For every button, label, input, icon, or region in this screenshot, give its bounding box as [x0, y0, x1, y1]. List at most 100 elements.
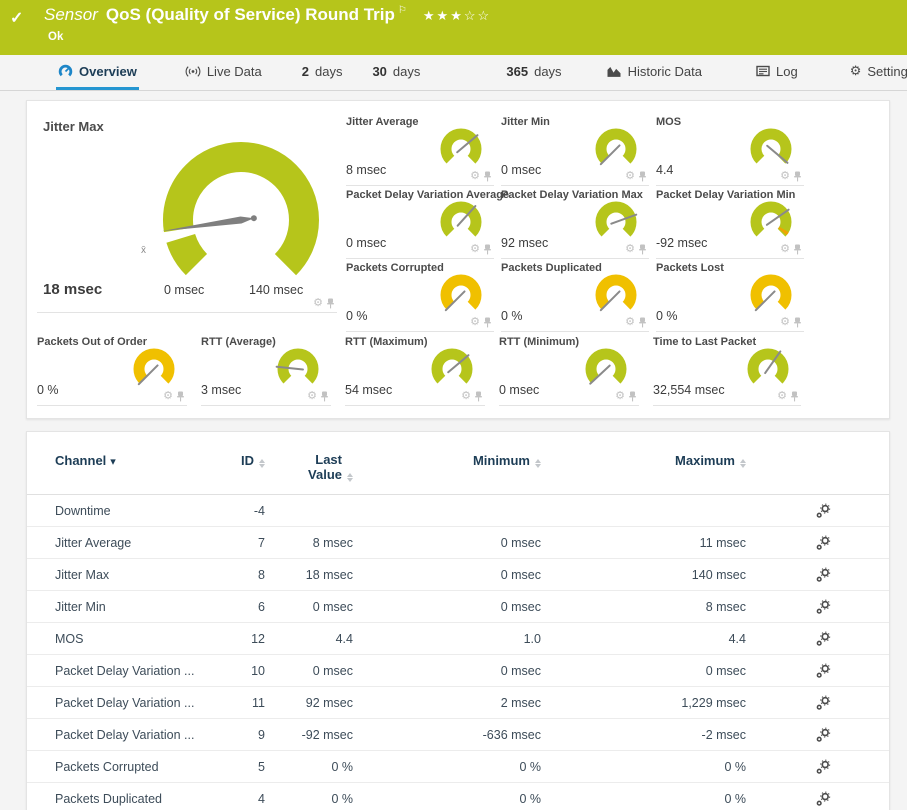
- tab-settings[interactable]: ⚙Settings: [848, 55, 907, 90]
- tab-live-data[interactable]: Live Data: [183, 55, 264, 90]
- star-filled-icon[interactable]: ★: [450, 8, 464, 23]
- pin-icon[interactable]: [474, 391, 483, 402]
- channel-settings-icon[interactable]: [815, 759, 831, 775]
- gear-icon[interactable]: ⚙: [470, 317, 480, 328]
- column-header-id[interactable]: ID: [215, 452, 265, 470]
- pin-icon[interactable]: [638, 317, 647, 328]
- gear-icon[interactable]: ⚙: [307, 391, 317, 402]
- pin-icon[interactable]: [790, 391, 799, 402]
- tab-log[interactable]: Log: [754, 55, 800, 90]
- gauge-cell-actions: ⚙: [470, 317, 492, 328]
- tab-historic-data[interactable]: Historic Data: [604, 55, 704, 90]
- table-row-packets-corrupted-5[interactable]: Packets Corrupted50 %0 %0 %: [27, 751, 889, 783]
- gear-icon[interactable]: ⚙: [780, 317, 790, 328]
- flag-icon[interactable]: ⚐: [398, 5, 407, 16]
- channel-settings-icon[interactable]: [815, 663, 831, 679]
- gear-icon[interactable]: ⚙: [777, 391, 787, 402]
- gear-icon[interactable]: ⚙: [163, 391, 173, 402]
- star-empty-icon[interactable]: ☆: [478, 8, 492, 23]
- channel-id: 6: [215, 600, 265, 614]
- gauge-cell-actions: ⚙: [780, 317, 802, 328]
- priority-stars[interactable]: ★★★☆☆: [423, 8, 491, 24]
- column-header-last-value[interactable]: Last Value: [265, 452, 353, 484]
- gauge-cell-jitter-average: Jitter Average8 msec⚙: [346, 113, 494, 186]
- channel-settings-icon[interactable]: [815, 631, 831, 647]
- star-empty-icon[interactable]: ☆: [464, 8, 478, 23]
- gauge-dial: [589, 270, 643, 318]
- gauges-panel: Jitter Max x̄ 0 msec 140 msec 18 msec ⚙ …: [26, 100, 890, 419]
- channel-settings-icon[interactable]: [815, 567, 831, 583]
- table-row-packet-delay-variation-10[interactable]: Packet Delay Variation ...100 msec0 msec…: [27, 655, 889, 687]
- table-row-jitter-max-8[interactable]: Jitter Max818 msec0 msec140 msec: [27, 559, 889, 591]
- channel-maximum: 140 msec: [541, 568, 746, 582]
- pin-icon[interactable]: [176, 391, 185, 402]
- gear-icon[interactable]: ⚙: [780, 171, 790, 182]
- tab-overview[interactable]: Overview: [56, 55, 139, 90]
- gauge-cell-actions: ⚙: [163, 391, 185, 402]
- channel-settings-icon[interactable]: [815, 791, 831, 807]
- gauge-value: -92 msec: [656, 236, 707, 250]
- pin-icon[interactable]: [638, 244, 647, 255]
- gear-icon[interactable]: ⚙: [625, 244, 635, 255]
- channel-id: 8: [215, 568, 265, 582]
- table-row-jitter-average-7[interactable]: Jitter Average78 msec0 msec11 msec: [27, 527, 889, 559]
- pin-icon[interactable]: [793, 317, 802, 328]
- pin-icon[interactable]: [638, 171, 647, 182]
- table-row-packets-duplicated-4[interactable]: Packets Duplicated40 %0 %0 %: [27, 783, 889, 810]
- table-row-packet-delay-variation-9[interactable]: Packet Delay Variation ...9-92 msec-636 …: [27, 719, 889, 751]
- gauge-cell-actions: ⚙: [470, 244, 492, 255]
- gear-icon[interactable]: ⚙: [625, 317, 635, 328]
- sort-icon[interactable]: [347, 473, 353, 482]
- gauge-dial: [589, 124, 643, 172]
- gear-icon[interactable]: ⚙: [615, 391, 625, 402]
- sort-icon[interactable]: [740, 459, 746, 468]
- channel-settings-icon[interactable]: [815, 535, 831, 551]
- pin-icon[interactable]: [326, 298, 335, 309]
- pin-icon[interactable]: [483, 171, 492, 182]
- channel-minimum: 2 msec: [353, 696, 541, 710]
- column-header-maximum[interactable]: Maximum: [541, 452, 746, 470]
- pin-icon[interactable]: [483, 317, 492, 328]
- gear-icon[interactable]: ⚙: [780, 244, 790, 255]
- tab-365-days[interactable]: 365days: [504, 55, 563, 90]
- gauge-value: 0 %: [37, 383, 59, 397]
- row-actions: [746, 567, 869, 583]
- pin-icon[interactable]: [320, 391, 329, 402]
- column-header-channel[interactable]: Channel▾: [55, 452, 215, 470]
- gear-icon: ⚙: [850, 63, 862, 79]
- gear-icon[interactable]: ⚙: [470, 244, 480, 255]
- gauge-value: 32,554 msec: [653, 383, 725, 397]
- tab-2-days[interactable]: 2days: [300, 55, 345, 90]
- table-row-mos-12[interactable]: MOS124.41.04.4: [27, 623, 889, 655]
- channel-settings-icon[interactable]: [815, 727, 831, 743]
- gauge-value: 3 msec: [201, 383, 241, 397]
- gauge-title: Packets Duplicated: [501, 262, 602, 274]
- column-header-minimum[interactable]: Minimum: [353, 452, 541, 470]
- channel-settings-icon[interactable]: [815, 695, 831, 711]
- star-filled-icon[interactable]: ★: [423, 8, 437, 23]
- pin-icon[interactable]: [628, 391, 637, 402]
- tab-30-days[interactable]: 30days: [370, 55, 422, 90]
- channel-settings-icon[interactable]: [815, 599, 831, 615]
- pin-icon[interactable]: [793, 171, 802, 182]
- table-row-packet-delay-variation-11[interactable]: Packet Delay Variation ...1192 msec2 mse…: [27, 687, 889, 719]
- gauge-cell-actions: ⚙: [777, 391, 799, 402]
- gear-icon: ⚙: [850, 63, 862, 79]
- channel-id: 4: [215, 792, 265, 806]
- gear-icon[interactable]: ⚙: [313, 298, 323, 309]
- channel-minimum: 0 msec: [353, 664, 541, 678]
- gauge-dial: [579, 344, 633, 392]
- gear-icon[interactable]: ⚙: [470, 171, 480, 182]
- row-actions: [746, 759, 869, 775]
- gear-icon[interactable]: ⚙: [625, 171, 635, 182]
- channel-settings-icon[interactable]: [815, 503, 831, 519]
- gauge-cell-packet-delay-variation-min: Packet Delay Variation Min-92 msec⚙: [656, 186, 804, 259]
- table-row-downtime--4[interactable]: Downtime-4: [27, 495, 889, 527]
- star-filled-icon[interactable]: ★: [437, 8, 451, 23]
- gear-icon[interactable]: ⚙: [461, 391, 471, 402]
- channel-name: Packet Delay Variation ...: [55, 696, 215, 710]
- pin-icon[interactable]: [483, 244, 492, 255]
- gauge-dial: [127, 344, 181, 392]
- pin-icon[interactable]: [793, 244, 802, 255]
- table-row-jitter-min-6[interactable]: Jitter Min60 msec0 msec8 msec: [27, 591, 889, 623]
